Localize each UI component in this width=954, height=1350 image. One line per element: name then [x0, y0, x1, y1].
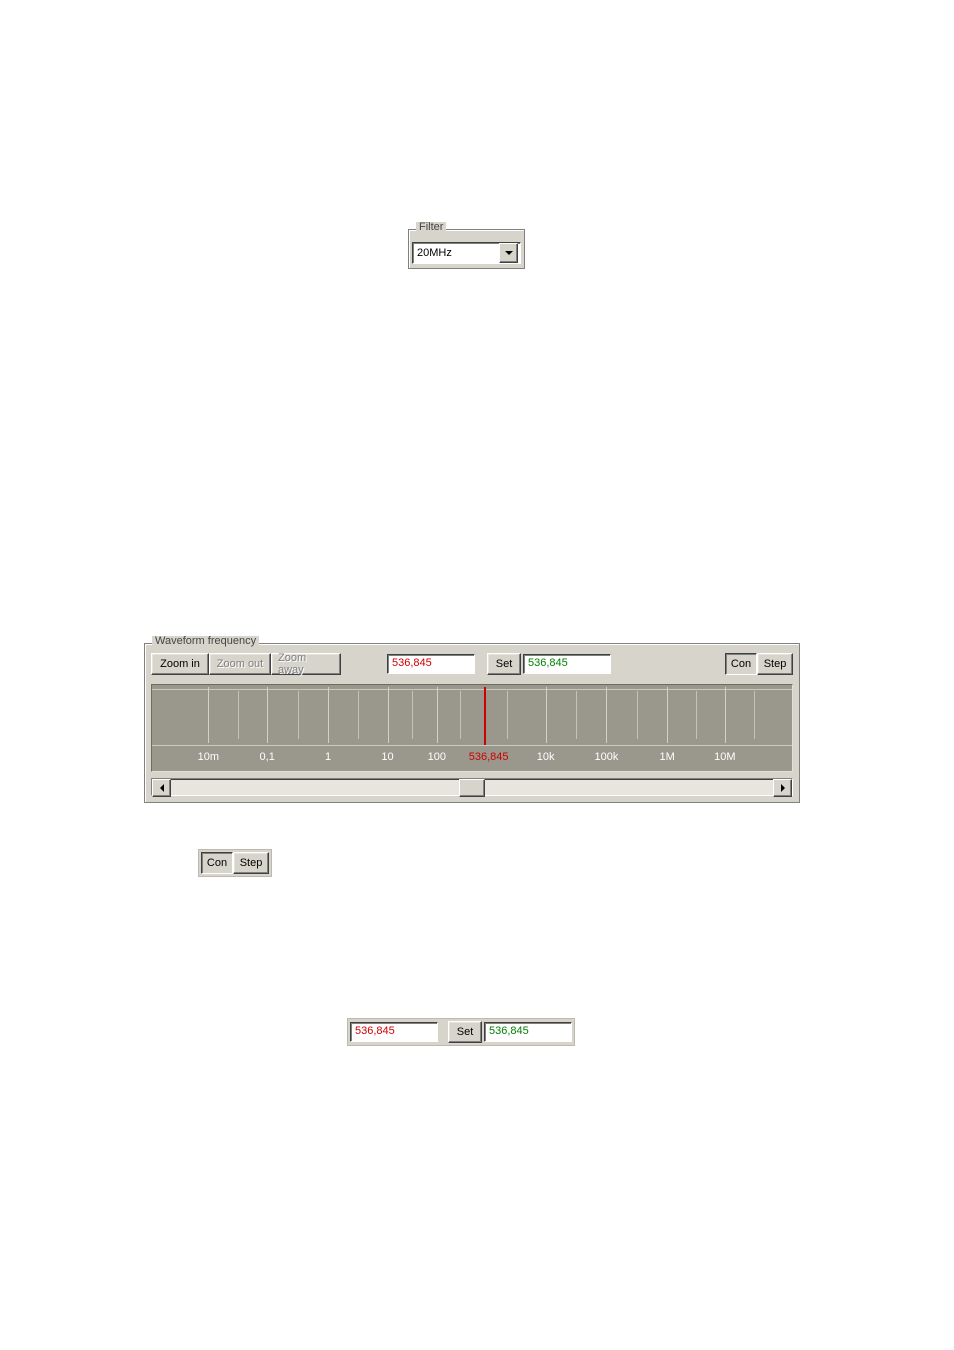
current-value-input-standalone[interactable]: 536,845: [350, 1022, 438, 1042]
filter-combobox[interactable]: 20MHz: [412, 242, 521, 264]
ruler-label: 10k: [537, 751, 555, 763]
con-mode-button[interactable]: Con: [725, 653, 757, 675]
waveform-frequency-groupbox: Waveform frequency Zoom in Zoom out Zoom…: [144, 643, 800, 803]
ruler-tick: [637, 691, 638, 739]
ruler-label: 100: [428, 751, 446, 763]
zoom-away-button[interactable]: Zoom away: [271, 653, 341, 675]
ruler-label: 1: [325, 751, 331, 763]
ruler-line-top: [152, 689, 792, 690]
ruler-tick: [546, 687, 547, 743]
set-frequency-input[interactable]: 536,845: [523, 654, 611, 674]
scroll-thumb[interactable]: [459, 779, 485, 797]
con-mode-button-standalone[interactable]: Con: [201, 852, 233, 874]
ruler-tick: [460, 691, 461, 739]
ruler-tick: [696, 691, 697, 739]
ruler-label: 1M: [660, 751, 675, 763]
filter-group-label: Filter: [416, 222, 446, 233]
frequency-cursor[interactable]: [484, 687, 486, 745]
filter-combobox-value: 20MHz: [413, 247, 499, 259]
ruler-label: 10M: [714, 751, 735, 763]
ruler-label: 10m: [198, 751, 219, 763]
scroll-left-button[interactable]: [152, 779, 171, 797]
ruler-tick: [298, 691, 299, 739]
ruler-tick: [754, 691, 755, 739]
ruler-tick: [238, 691, 239, 739]
arrow-left-icon: [160, 784, 164, 792]
scroll-right-button[interactable]: [773, 779, 792, 797]
frequency-ruler[interactable]: 10m 0,1 1 10 100 536,845 10k 100k 1M 10M: [151, 684, 793, 772]
ruler-tick: [267, 687, 268, 743]
zoom-out-button[interactable]: Zoom out: [209, 653, 271, 675]
ruler-line-bottom: [152, 745, 792, 746]
step-mode-button-standalone[interactable]: Step: [233, 852, 269, 874]
filter-dropdown-button[interactable]: [499, 243, 518, 263]
ruler-tick: [667, 687, 668, 743]
ruler-label: 0,1: [260, 751, 275, 763]
ruler-label-current: 536,845: [469, 751, 509, 763]
chevron-down-icon: [505, 251, 513, 255]
frequency-scrollbar[interactable]: [151, 778, 793, 796]
ruler-tick: [358, 691, 359, 739]
set-value-input-standalone[interactable]: 536,845: [484, 1022, 572, 1042]
ruler-tick: [507, 691, 508, 739]
zoom-in-button[interactable]: Zoom in: [151, 653, 209, 675]
ruler-tick: [208, 687, 209, 743]
ruler-tick: [576, 691, 577, 739]
set-value-strip: 536,845 Set 536,845: [347, 1018, 575, 1046]
ruler-tick: [437, 687, 438, 743]
con-step-strip: Con Step: [198, 849, 272, 877]
ruler-label: 100k: [594, 751, 618, 763]
set-button-standalone[interactable]: Set: [448, 1021, 482, 1043]
filter-groupbox: Filter 20MHz: [408, 229, 525, 269]
step-mode-button[interactable]: Step: [757, 653, 793, 675]
ruler-tick: [412, 691, 413, 739]
set-frequency-button[interactable]: Set: [487, 653, 521, 675]
ruler-tick: [725, 687, 726, 743]
current-frequency-input[interactable]: 536,845: [387, 654, 475, 674]
arrow-right-icon: [781, 784, 785, 792]
ruler-tick: [388, 687, 389, 743]
ruler-tick: [328, 687, 329, 743]
waveform-group-label: Waveform frequency: [152, 636, 259, 647]
ruler-tick: [606, 687, 607, 743]
waveform-toolbar: Zoom in Zoom out Zoom away 536,845 Set 5…: [151, 652, 793, 676]
ruler-label: 10: [381, 751, 393, 763]
